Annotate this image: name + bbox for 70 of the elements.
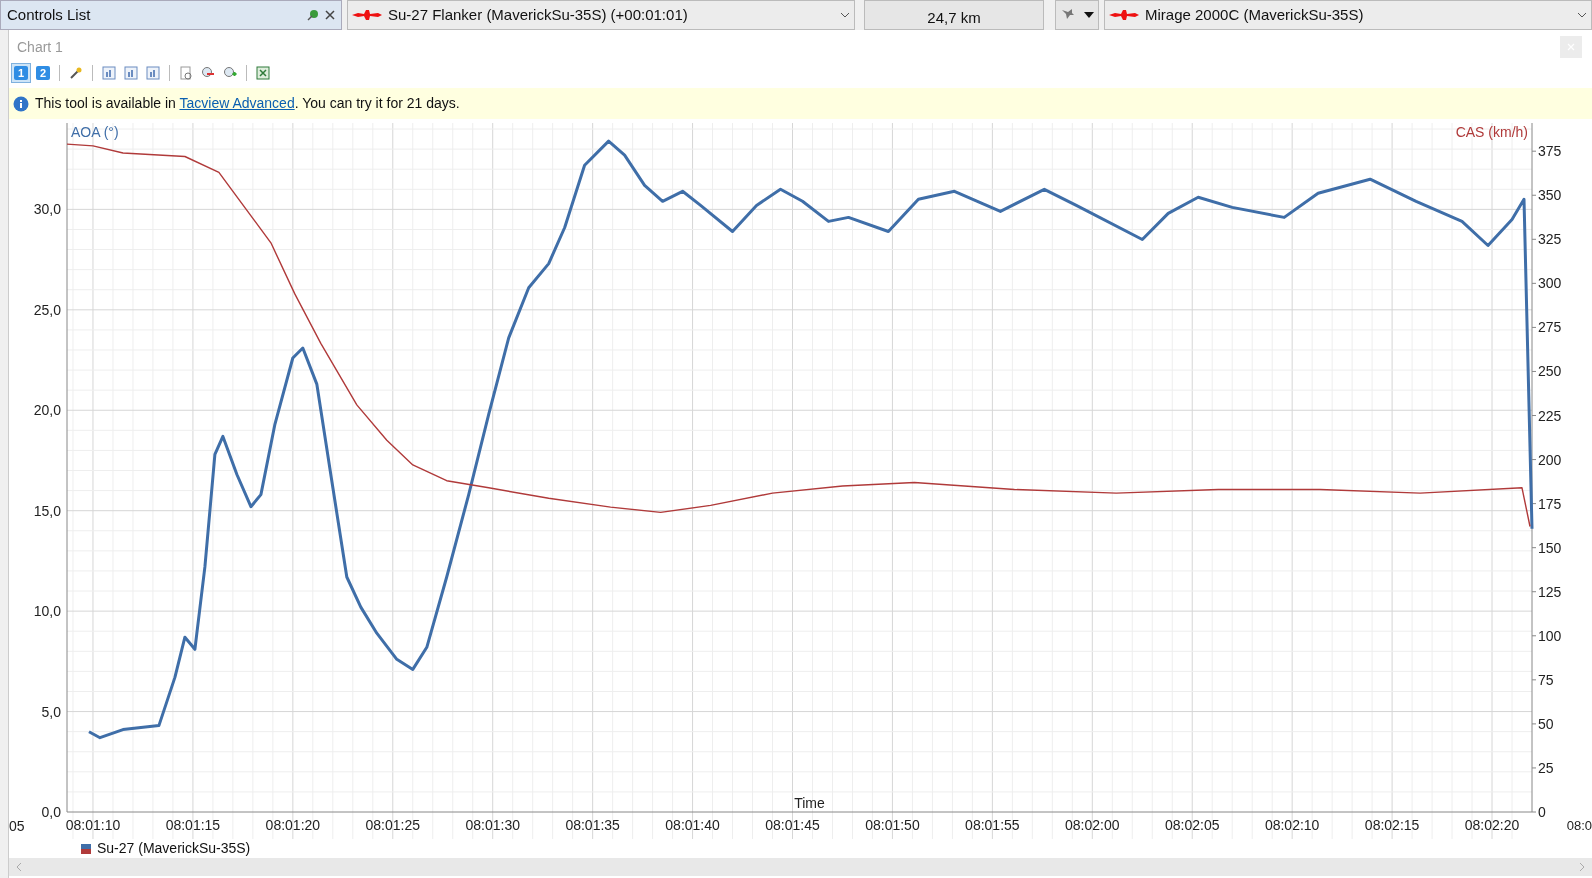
series-toggle[interactable]: 2 xyxy=(33,63,53,83)
y-tick-label: 150 xyxy=(1538,539,1562,556)
bar-chart-icon[interactable] xyxy=(99,63,119,83)
bar-chart-icon[interactable] xyxy=(121,63,141,83)
y-tick-label: 50 xyxy=(1538,715,1554,732)
y-tick-label: 225 xyxy=(1538,407,1562,424)
chart-title: Chart 1 xyxy=(17,37,63,57)
tacview-advanced-link[interactable]: Tacview Advanced xyxy=(179,95,295,111)
y-tick-label: 25,0 xyxy=(33,301,61,318)
horizontal-scrollbar[interactable] xyxy=(9,858,1592,876)
y-tick-label: 275 xyxy=(1538,319,1562,336)
spreadsheet-icon[interactable] xyxy=(253,63,273,83)
close-icon[interactable] xyxy=(325,10,335,20)
y-axis-title: CAS (km/h) xyxy=(1455,124,1528,140)
legend-label: Su-27 (MaverickSu-35S) xyxy=(97,839,251,858)
y-tick-label: 100 xyxy=(1538,627,1562,644)
info-icon xyxy=(13,95,29,112)
x-tick-label: 08:01:15 xyxy=(165,817,221,833)
jet-icon xyxy=(1109,9,1139,21)
y-tick-label: 0,0 xyxy=(41,804,61,820)
distance-display: 24,7 km xyxy=(864,0,1044,30)
x-tick-label: 08:02:20 xyxy=(1464,817,1520,833)
x-tick-label: 08:01:55 xyxy=(965,817,1020,833)
y-tick-label: 20,0 xyxy=(33,402,61,419)
jet-icon xyxy=(352,9,382,21)
x-tick-label: 08:02:10 xyxy=(1264,817,1320,833)
x-tick-label: 08:02:15 xyxy=(1364,817,1420,833)
y-tick-label: 325 xyxy=(1538,231,1562,248)
y-axis-title: AOA (°) xyxy=(71,124,119,140)
legend-swatch-icon xyxy=(81,843,91,854)
y-tick-label: 300 xyxy=(1538,275,1562,292)
y-tick-label: 25 xyxy=(1538,759,1554,776)
x-tick-label: 08:01:20 xyxy=(265,817,321,833)
aircraft-dropdown[interactable]: Mirage 2000C (MaverickSu-35S) xyxy=(1104,0,1592,30)
aircraft-dropdown[interactable]: Su-27 Flanker (MaverickSu-35S) (+00:01:01) xyxy=(347,0,855,30)
x-tick-label: 05 xyxy=(9,818,26,834)
y-tick-label: 250 xyxy=(1538,363,1562,380)
scroll-left-icon[interactable] xyxy=(15,862,23,872)
caret-icon xyxy=(840,12,850,18)
x-tick-label: 08:01:30 xyxy=(465,817,520,833)
x-tick-label: 08:01:50 xyxy=(865,817,920,833)
y-tick-label: 5,0 xyxy=(41,703,61,720)
scroll-right-icon[interactable] xyxy=(1578,862,1586,872)
caret-icon xyxy=(1084,12,1094,18)
y-tick-label: 10,0 xyxy=(33,603,61,620)
x-tick-label: 08:02:00 xyxy=(1065,817,1120,833)
y-tick-label: 125 xyxy=(1538,583,1562,600)
x-axis-title: Time xyxy=(794,795,825,811)
pin-icon[interactable] xyxy=(307,9,319,21)
y-tick-label: 15,0 xyxy=(33,502,61,519)
y-tick-label: 30,0 xyxy=(33,201,61,218)
y-tick-label: 350 xyxy=(1538,187,1562,204)
series-toggle[interactable]: 1 xyxy=(11,63,31,83)
x-tick-label: 08:01:40 xyxy=(665,817,720,833)
x-tick-label: 08:01:25 xyxy=(365,817,420,833)
x-tick-label: 08:01:45 xyxy=(765,817,820,833)
x-tick-label: 08:01:10 xyxy=(65,817,121,833)
panel-title: Controls List xyxy=(7,4,91,25)
bar-chart-icon[interactable] xyxy=(143,63,163,83)
y-tick-label: 0 xyxy=(1538,804,1546,820)
aircraft-swap-button[interactable] xyxy=(1055,0,1099,30)
info-message: This tool is available in Tacview Advanced. You can try it for 21 days. xyxy=(35,94,460,113)
y-tick-label: 375 xyxy=(1538,143,1562,160)
caret-icon xyxy=(1577,12,1587,18)
x-tick-label: 08:0 xyxy=(1565,818,1592,834)
x-tick-label: 08:01:35 xyxy=(565,817,620,833)
y-tick-label: 75 xyxy=(1538,671,1554,688)
x-tick-label: 08:02:05 xyxy=(1164,817,1220,833)
y-tick-label: 200 xyxy=(1538,451,1562,468)
y-tick-label: 175 xyxy=(1538,495,1562,512)
